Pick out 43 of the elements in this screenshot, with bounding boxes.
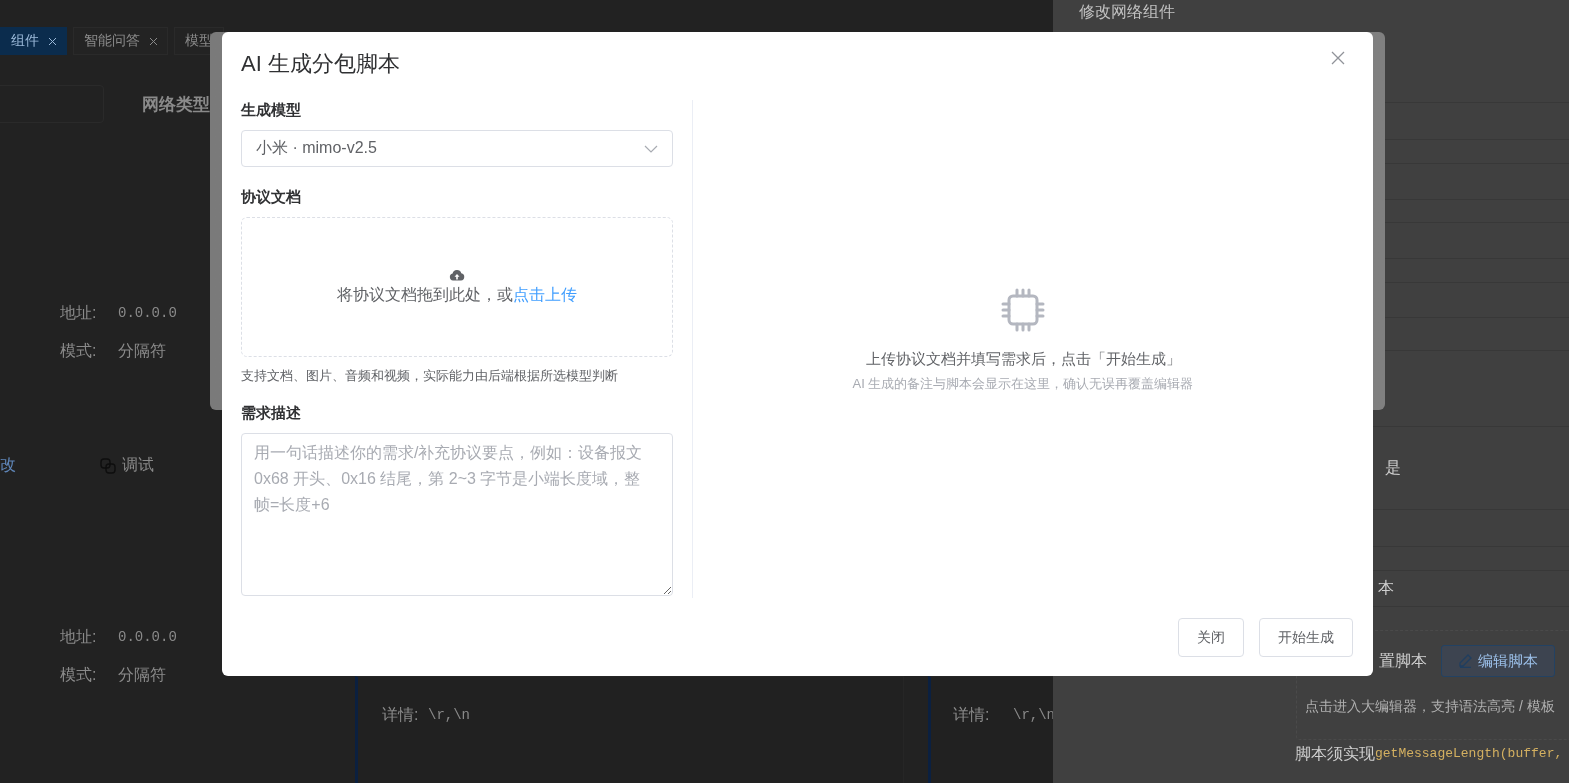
- field-label: 本: [1378, 578, 1394, 598]
- field-label: 地址:: [60, 303, 97, 323]
- field-value: 分隔符: [118, 341, 166, 361]
- field-value: 是: [1385, 458, 1401, 478]
- code-snippet: getMessageLength(buffer,: [1375, 746, 1563, 761]
- field-value: 0.0.0.0: [118, 305, 177, 321]
- edit-script-button[interactable]: 编辑脚本: [1441, 645, 1555, 677]
- empty-state-hint: AI 生成的备注与脚本会显示在这里，确认无误再覆盖编辑器: [852, 374, 1194, 393]
- debug-link[interactable]: 调试: [122, 455, 154, 476]
- field-value: 分隔符: [118, 665, 166, 685]
- model-select[interactable]: 小米 · mimo-v2.5: [241, 130, 673, 167]
- field-label: 生成模型: [241, 100, 302, 120]
- field-label: 需求描述: [241, 403, 302, 423]
- cloud-upload-icon: [449, 268, 465, 281]
- close-icon[interactable]: [150, 37, 157, 45]
- column-header: 网络类型: [142, 94, 210, 116]
- field-label: 模式:: [60, 341, 97, 361]
- tab[interactable]: 智能问答: [73, 27, 168, 55]
- field-label: 模式:: [60, 665, 97, 685]
- field-value: 0.0.0.0: [118, 629, 177, 645]
- dialog-title: AI 生成分包脚本: [241, 50, 400, 78]
- field-label: 地址:: [60, 627, 97, 647]
- generate-button[interactable]: 开始生成: [1259, 618, 1353, 657]
- upload-hint: 支持文档、图片、音频和视频，实际能力由后端根据所选模型判断: [241, 367, 619, 385]
- empty-state-message: 上传协议文档并填写需求后，点击「开始生成」: [865, 349, 1181, 369]
- editor-hint: 点击进入大编辑器，支持语法高亮 / 模板: [1305, 698, 1555, 716]
- requirement-label: 脚本须实现: [1295, 744, 1375, 764]
- dropzone-text: 将协议文档拖到此处，或点击上传: [337, 284, 577, 305]
- field-label: 详情:: [382, 705, 419, 725]
- tab[interactable]: 组件: [0, 27, 67, 55]
- description-field[interactable]: 用一句话描述你的需求/补充协议要点，例如：设备报文 0x68 开头、0x16 结尾，第 2~3 字节是小端长度域，整帧=长度+6: [241, 433, 673, 596]
- field-label: 详情:: [953, 705, 990, 725]
- field-label: 协议文档: [241, 187, 302, 207]
- drawer-title: 修改网络组件: [1079, 2, 1175, 22]
- upload-link[interactable]: 点击上传: [513, 285, 577, 303]
- pen-icon: [1458, 654, 1472, 668]
- chevron-down-icon: [644, 144, 658, 153]
- edit-link[interactable]: 改: [0, 455, 16, 476]
- close-dialog-button[interactable]: 关闭: [1178, 618, 1244, 657]
- upload-dropzone[interactable]: 将协议文档拖到此处，或点击上传: [241, 217, 673, 357]
- close-icon[interactable]: [49, 37, 56, 45]
- field-value: \r,\n: [428, 707, 470, 723]
- field-label: 置脚本: [1379, 651, 1427, 671]
